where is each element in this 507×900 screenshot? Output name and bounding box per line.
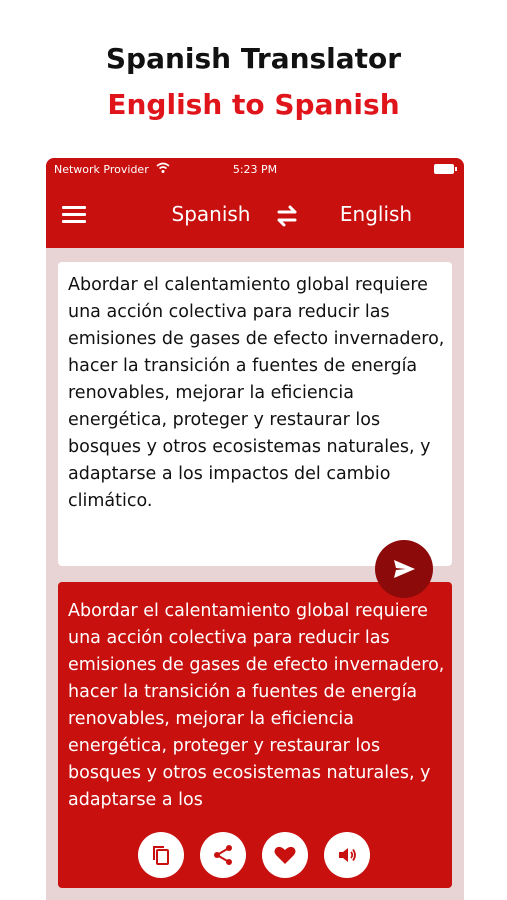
copy-button[interactable] bbox=[138, 832, 184, 878]
promo-subtitle: English to Spanish bbox=[107, 88, 400, 121]
share-button[interactable] bbox=[200, 832, 246, 878]
promo-title: Spanish Translator bbox=[105, 42, 402, 75]
translate-send-button[interactable] bbox=[375, 540, 433, 598]
source-language-selector[interactable]: Spanish bbox=[156, 202, 266, 226]
target-language-selector[interactable]: English bbox=[321, 202, 431, 226]
share-icon bbox=[214, 845, 232, 865]
heart-icon bbox=[274, 846, 296, 864]
swap-icon[interactable] bbox=[274, 203, 300, 229]
favorite-button[interactable] bbox=[262, 832, 308, 878]
input-card: Abordar el calentamiento global requiere… bbox=[58, 262, 452, 662]
send-icon bbox=[394, 560, 415, 578]
input-text-area[interactable]: Abordar el calentamiento global requiere… bbox=[68, 272, 448, 515]
output-text: Abordar el calentamiento global requiere… bbox=[68, 601, 445, 810]
menu-icon[interactable] bbox=[62, 206, 86, 224]
status-bar: Network Provider 5:23 PM bbox=[46, 158, 464, 180]
volume-icon bbox=[339, 848, 356, 862]
copy-icon bbox=[153, 846, 169, 865]
output-card: Abordar el calentamiento global requiere… bbox=[58, 582, 452, 888]
phone-screen: Network Provider 5:23 PM Spanish English… bbox=[46, 158, 464, 900]
app-bar: Network Provider 5:23 PM Spanish English bbox=[46, 158, 464, 248]
status-time: 5:23 PM bbox=[232, 163, 278, 176]
speak-output-button[interactable] bbox=[324, 832, 370, 878]
battery-icon bbox=[434, 164, 457, 174]
